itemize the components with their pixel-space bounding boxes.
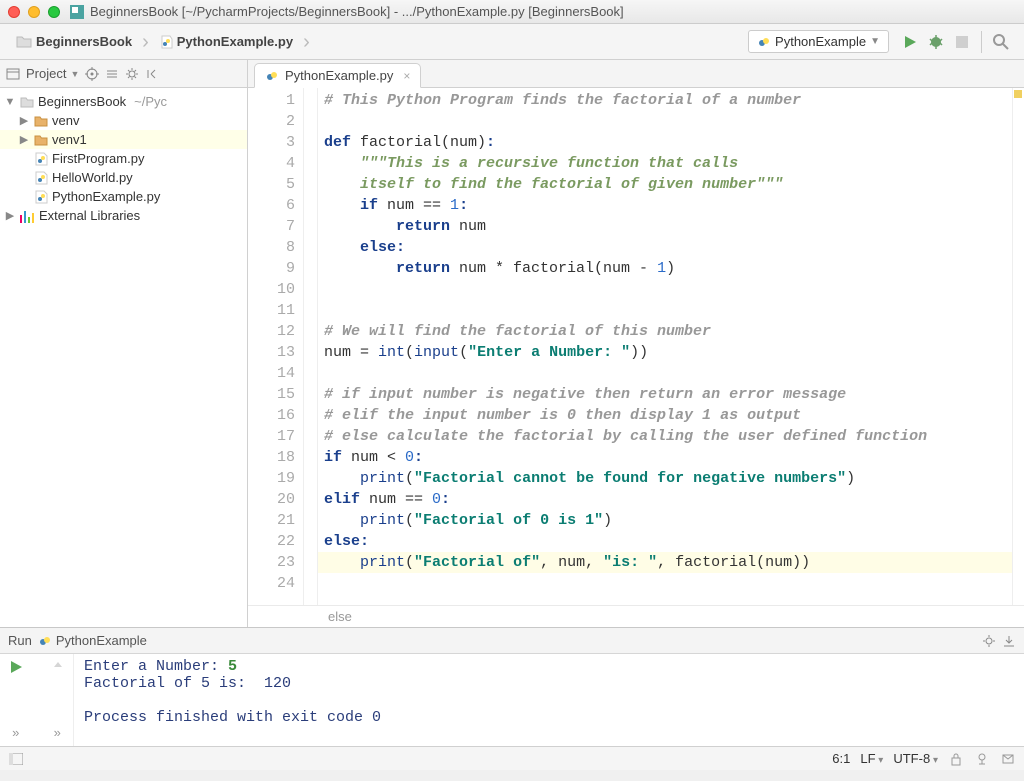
- separator: [981, 31, 982, 53]
- code-editor[interactable]: 123456789101112131415161718192021222324 …: [248, 88, 1024, 605]
- tree-file[interactable]: HelloWorld.py: [0, 168, 247, 187]
- locate-icon[interactable]: [85, 67, 99, 81]
- tree-file[interactable]: FirstProgram.py: [0, 149, 247, 168]
- tree-root-label: BeginnersBook: [38, 94, 126, 109]
- chevron-down-icon: ▼: [70, 69, 79, 79]
- window-titlebar: BeginnersBook [~/PycharmProjects/Beginne…: [0, 0, 1024, 24]
- tree-folder[interactable]: ▶ venv1: [0, 130, 247, 149]
- pycharm-icon: [70, 5, 84, 19]
- tree-external-libraries[interactable]: ▶ External Libraries: [0, 206, 247, 225]
- editor: PythonExample.py × 123456789101112131415…: [248, 60, 1024, 627]
- navigation-toolbar: BeginnersBook › PythonExample.py › Pytho…: [0, 24, 1024, 60]
- tree-root[interactable]: ▼ BeginnersBook ~/Pyc: [0, 92, 247, 111]
- collapse-all-icon[interactable]: [105, 67, 119, 81]
- run-tool-title-prefix: Run: [8, 633, 32, 648]
- stop-button[interactable]: [953, 33, 971, 51]
- tree-root-path: ~/Pyc: [134, 94, 167, 109]
- breadcrumb-project-label: BeginnersBook: [36, 34, 132, 49]
- lock-icon[interactable]: [948, 751, 964, 767]
- tree-item-label: FirstProgram.py: [52, 151, 144, 166]
- window-controls: [8, 6, 60, 18]
- more-icon[interactable]: »: [54, 725, 61, 740]
- run-output[interactable]: Enter a Number: 5Factorial of 5 is: 120 …: [74, 654, 1024, 746]
- python-file-icon: [159, 35, 173, 49]
- line-separator-dropdown[interactable]: LF: [860, 751, 883, 766]
- breadcrumb-file[interactable]: PythonExample.py: [153, 32, 299, 51]
- minimize-window-button[interactable]: [28, 6, 40, 18]
- python-file-icon: [34, 152, 48, 166]
- rerun-icon[interactable]: [9, 660, 23, 674]
- structure-crumb-label: else: [328, 609, 352, 624]
- tree-file[interactable]: PythonExample.py: [0, 187, 247, 206]
- chevron-right-icon: ▶: [4, 209, 16, 222]
- run-tool-header: Run PythonExample: [0, 628, 1024, 654]
- main-split: Project ▼ ▼ BeginnersBook ~/Pyc: [0, 60, 1024, 627]
- project-tree: ▼ BeginnersBook ~/Pyc ▶ venv ▶ venv1 FirstPr…: [0, 88, 247, 229]
- more-icon[interactable]: »: [12, 725, 19, 740]
- run-tool-title: PythonExample: [56, 633, 147, 648]
- python-icon: [757, 35, 771, 49]
- run-body: » » Enter a Number: 5Factorial of 5 is: …: [0, 654, 1024, 746]
- tool-window-icon[interactable]: [8, 751, 24, 767]
- structure-crumb[interactable]: else: [248, 605, 1024, 627]
- folder-icon: [20, 95, 34, 109]
- python-file-icon: [34, 190, 48, 204]
- maximize-window-button[interactable]: [48, 6, 60, 18]
- python-file-icon: [34, 171, 48, 185]
- editor-tab-active[interactable]: PythonExample.py ×: [254, 63, 421, 88]
- download-icon[interactable]: [1002, 634, 1016, 648]
- run-tool-window: Run PythonExample » » Enter a Number: 5F…: [0, 627, 1024, 746]
- libraries-icon: [20, 209, 35, 223]
- chevron-right-icon: ▶: [18, 114, 30, 127]
- tree-item-label: HelloWorld.py: [52, 170, 133, 185]
- tree-item-label: PythonExample.py: [52, 189, 160, 204]
- folder-icon: [16, 35, 32, 48]
- run-configuration-dropdown[interactable]: PythonExample ▼: [748, 30, 889, 53]
- gear-icon[interactable]: [982, 634, 996, 648]
- hide-tool-icon[interactable]: [145, 67, 159, 81]
- close-tab-icon[interactable]: ×: [403, 69, 410, 83]
- close-window-button[interactable]: [8, 6, 20, 18]
- code-content[interactable]: # This Python Program finds the factoria…: [318, 88, 1012, 605]
- gear-icon[interactable]: [125, 67, 139, 81]
- project-dropdown[interactable]: Project ▼: [26, 66, 79, 81]
- run-configuration-label: PythonExample: [775, 34, 866, 49]
- project-tool-window: Project ▼ ▼ BeginnersBook ~/Pyc: [0, 60, 248, 627]
- marker-strip: [1012, 88, 1024, 605]
- tree-external-label: External Libraries: [39, 208, 140, 223]
- chevron-down-icon: ▼: [870, 36, 880, 47]
- status-bar: 6:1 LF UTF-8: [0, 746, 1024, 770]
- breadcrumb-file-label: PythonExample.py: [177, 34, 293, 49]
- breadcrumb-project[interactable]: BeginnersBook: [10, 32, 138, 51]
- tree-folder[interactable]: ▶ venv: [0, 111, 247, 130]
- editor-tab-label: PythonExample.py: [285, 68, 393, 83]
- warning-marker[interactable]: [1014, 90, 1022, 98]
- line-gutter: 123456789101112131415161718192021222324: [248, 88, 304, 605]
- window-title: BeginnersBook [~/PycharmProjects/Beginne…: [90, 4, 624, 19]
- caret-position[interactable]: 6:1: [832, 751, 850, 766]
- folder-icon: [34, 133, 48, 147]
- tree-item-label: venv: [52, 113, 79, 128]
- search-everywhere-button[interactable]: [992, 33, 1010, 51]
- python-file-icon: [265, 69, 279, 83]
- debug-button[interactable]: [927, 33, 945, 51]
- chevron-down-icon: ▼: [4, 96, 16, 108]
- python-icon: [38, 634, 52, 648]
- up-icon[interactable]: [52, 660, 64, 674]
- project-tool-header: Project ▼: [0, 60, 247, 88]
- tree-item-label: venv1: [52, 132, 87, 147]
- notifications-icon[interactable]: [1000, 751, 1016, 767]
- folder-icon: [34, 114, 48, 128]
- breadcrumb: BeginnersBook › PythonExample.py ›: [10, 32, 748, 51]
- editor-tabbar: PythonExample.py ×: [248, 60, 1024, 88]
- encoding-dropdown[interactable]: UTF-8: [893, 751, 938, 766]
- chevron-right-icon: ▶: [18, 133, 30, 146]
- run-button[interactable]: [901, 33, 919, 51]
- inspector-icon[interactable]: [974, 751, 990, 767]
- run-gutter: » »: [0, 654, 74, 746]
- project-dropdown-label: Project: [26, 66, 66, 81]
- fold-gutter: [304, 88, 318, 605]
- project-view-icon: [6, 67, 20, 81]
